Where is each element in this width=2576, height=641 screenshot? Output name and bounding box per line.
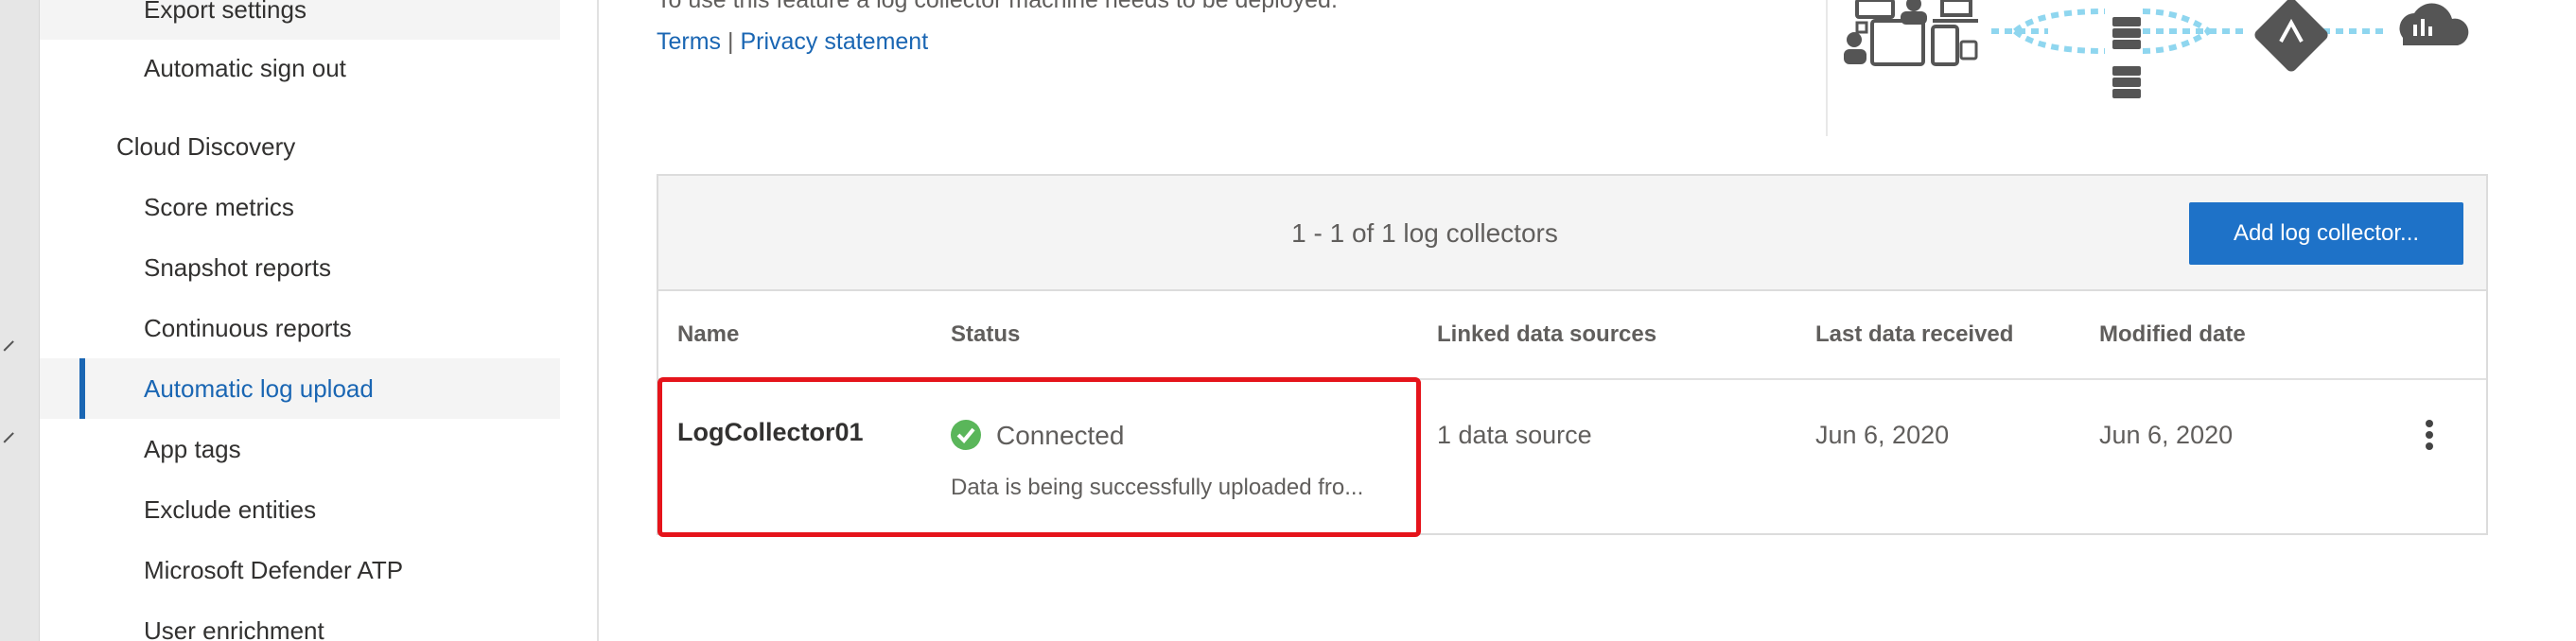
linked-data-sources[interactable]: 1 data source bbox=[1437, 421, 1592, 450]
sidebar-item-label: Automatic sign out bbox=[144, 54, 346, 82]
sidebar-item-label: Snapshot reports bbox=[144, 253, 332, 282]
status-detail: Data is being successfully uploaded fro.… bbox=[951, 475, 1364, 500]
sidebar-item-score-metrics[interactable]: Score metrics bbox=[40, 177, 560, 237]
legal-links: Terms | Privacy statement bbox=[657, 28, 928, 56]
modified-date: Jun 6, 2020 bbox=[2099, 421, 2234, 449]
sidebar-item-snapshot-reports[interactable]: Snapshot reports bbox=[40, 237, 560, 298]
sidebar-item-label: Exclude entities bbox=[144, 495, 317, 524]
column-header-name[interactable]: Name bbox=[677, 291, 739, 378]
sidebar-item-user-enrichment[interactable]: User enrichment bbox=[40, 600, 560, 641]
gutter-mark bbox=[3, 432, 14, 443]
content-divider bbox=[1826, 0, 1828, 136]
more-vertical-icon[interactable] bbox=[2418, 417, 2441, 455]
column-header-last-data-received[interactable]: Last data received bbox=[1815, 291, 2013, 378]
header-divider bbox=[658, 378, 2486, 380]
sidebar-item-label: App tags bbox=[144, 435, 241, 463]
sidebar-item-label: Microsoft Defender ATP bbox=[144, 556, 404, 584]
sidebar-item-automatic-sign-out[interactable]: Automatic sign out bbox=[40, 38, 560, 98]
add-log-collector-button[interactable]: Add log collector... bbox=[2189, 202, 2463, 265]
gutter-mark bbox=[3, 340, 14, 352]
collector-name[interactable]: LogCollector01 bbox=[677, 418, 864, 447]
last-data-received: Jun 6, 2020 bbox=[1815, 421, 1950, 449]
sidebar-divider bbox=[597, 0, 599, 641]
check-circle-icon bbox=[951, 420, 981, 450]
sidebar-item-label: Score metrics bbox=[144, 193, 294, 221]
panel-toolbar: 1 - 1 of 1 log collectors Add log collec… bbox=[658, 176, 2486, 291]
privacy-statement-link[interactable]: Privacy statement bbox=[740, 28, 928, 55]
column-header-linked-data-sources[interactable]: Linked data sources bbox=[1437, 291, 1656, 378]
sidebar-section-cloud-discovery: Cloud Discovery bbox=[40, 116, 560, 177]
sidebar-item-exclude-entities[interactable]: Exclude entities bbox=[40, 479, 560, 540]
sidebar-item-continuous-reports[interactable]: Continuous reports bbox=[40, 298, 560, 358]
sidebar-item-label: Automatic log upload bbox=[144, 374, 374, 403]
sidebar-item-export-settings[interactable]: Export settings bbox=[40, 0, 560, 40]
sidebar-item-label: Export settings bbox=[144, 0, 307, 24]
collector-count: 1 - 1 of 1 log collectors bbox=[1291, 218, 1558, 248]
column-header-status[interactable]: Status bbox=[951, 291, 1020, 378]
sidebar-section-label: Cloud Discovery bbox=[116, 132, 296, 161]
status-label: Connected bbox=[996, 421, 1125, 450]
link-separator: | bbox=[727, 28, 734, 55]
sidebar-item-label: User enrichment bbox=[144, 616, 324, 641]
intro-text: To use this feature a log collector mach… bbox=[657, 0, 1338, 13]
log-collector-diagram-icon bbox=[1844, 0, 2469, 98]
log-collectors-panel: 1 - 1 of 1 log collectors Add log collec… bbox=[657, 174, 2488, 535]
column-header-modified-date[interactable]: Modified date bbox=[2099, 291, 2246, 378]
sidebar-item-automatic-log-upload[interactable]: Automatic log upload bbox=[40, 358, 560, 419]
terms-link[interactable]: Terms bbox=[657, 28, 721, 55]
sidebar-item-microsoft-defender-atp[interactable]: Microsoft Defender ATP bbox=[40, 540, 560, 600]
left-gutter bbox=[0, 0, 40, 641]
sidebar-item-label: Continuous reports bbox=[144, 314, 352, 342]
sidebar-item-app-tags[interactable]: App tags bbox=[40, 419, 560, 479]
